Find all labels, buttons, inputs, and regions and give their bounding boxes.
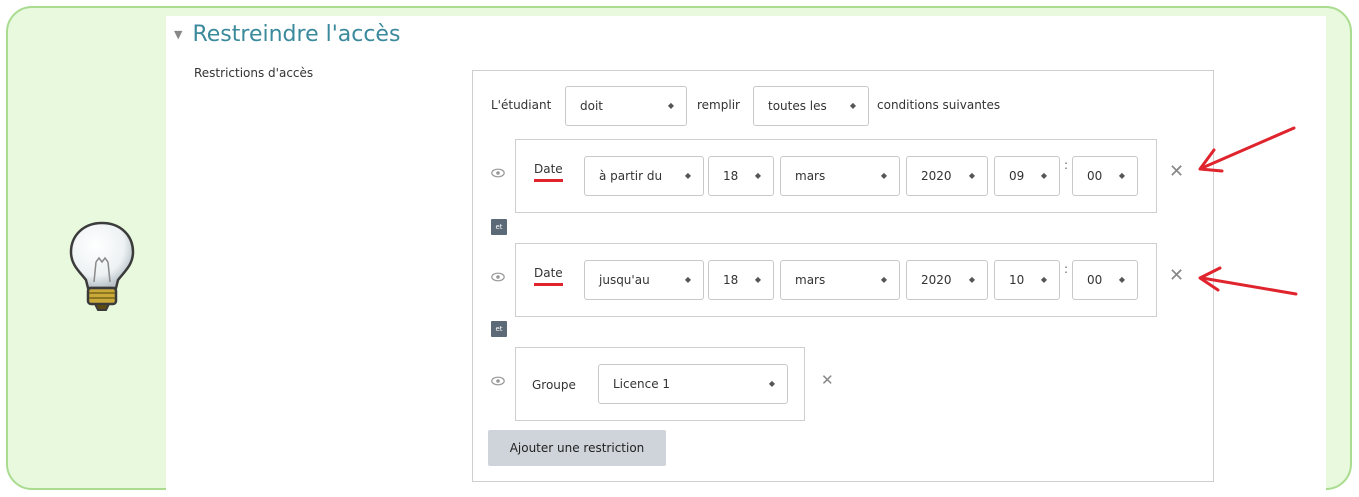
must-select[interactable]: doit ◆ (565, 86, 687, 126)
minute-select-value: 00 (1087, 273, 1103, 287)
select-caret-icon: ◆ (968, 275, 975, 284)
select-caret-icon: ◆ (1040, 275, 1047, 284)
day-select[interactable]: 18 ◆ (708, 156, 774, 196)
select-caret-icon: ◆ (1118, 275, 1125, 284)
hour-select-value: 09 (1009, 169, 1025, 183)
delete-condition-icon[interactable]: ✕ (821, 371, 834, 389)
year-select-value: 2020 (921, 169, 952, 183)
select-caret-icon: ◆ (1040, 171, 1047, 180)
field-label: Restrictions d'accès (194, 66, 314, 80)
student-prefix-text: L'étudiant (491, 98, 552, 112)
direction-select[interactable]: à partir du ◆ (584, 156, 704, 196)
scope-select[interactable]: toutes les ◆ (753, 86, 869, 126)
day-select[interactable]: 18 ◆ (708, 260, 774, 300)
must-select-value: doit (580, 99, 603, 113)
section-title: Restreindre l'accès (192, 22, 401, 47)
condition-date-until: Date jusqu'au ◆ 18 ◆ mars ◆ 2020 ◆ 10 ◆ … (515, 243, 1157, 317)
select-caret-icon: ◆ (768, 379, 775, 388)
month-select[interactable]: mars ◆ (780, 156, 900, 196)
add-restriction-button[interactable]: Ajouter une restriction (488, 430, 666, 466)
hour-select-value: 10 (1009, 273, 1025, 287)
conditions-suffix-text: conditions suivantes (877, 98, 1001, 112)
select-caret-icon: ◆ (684, 275, 691, 284)
condition-group: Groupe Licence 1 ◆ (515, 347, 805, 421)
group-select[interactable]: Licence 1 ◆ (598, 364, 788, 404)
connector-badge: et (491, 219, 507, 235)
annotation-arrow-icon (1198, 126, 1296, 173)
minute-select[interactable]: 00 ◆ (1072, 260, 1138, 300)
connector-badge: et (491, 321, 507, 337)
eye-icon[interactable] (491, 272, 505, 282)
month-select-value: mars (795, 273, 826, 287)
scope-select-value: toutes les (768, 99, 827, 113)
restrict-access-panel: ▼ Restreindre l'accès Restrictions d'acc… (166, 16, 1326, 490)
section-header[interactable]: ▼ Restreindre l'accès (174, 22, 400, 47)
hour-select[interactable]: 10 ◆ (994, 260, 1060, 300)
delete-condition-icon[interactable]: ✕ (1169, 161, 1184, 182)
minute-select[interactable]: 00 ◆ (1072, 156, 1138, 196)
condition-date-from: Date à partir du ◆ 18 ◆ mars ◆ 2020 ◆ 09… (515, 139, 1157, 213)
month-select-value: mars (795, 169, 826, 183)
year-select[interactable]: 2020 ◆ (906, 260, 988, 300)
fulfill-text: remplir (697, 98, 740, 112)
year-select[interactable]: 2020 ◆ (906, 156, 988, 196)
select-caret-icon: ◆ (754, 171, 761, 180)
day-select-value: 18 (723, 273, 739, 287)
condition-label: Groupe (532, 378, 576, 392)
select-caret-icon: ◆ (968, 171, 975, 180)
day-select-value: 18 (723, 169, 739, 183)
direction-select-value: à partir du (599, 169, 663, 183)
month-select[interactable]: mars ◆ (780, 260, 900, 300)
collapse-arrow-icon[interactable]: ▼ (174, 28, 182, 41)
eye-icon[interactable] (491, 168, 505, 178)
select-caret-icon: ◆ (1118, 171, 1125, 180)
select-caret-icon: ◆ (849, 101, 856, 110)
lightbulb-icon (69, 221, 135, 311)
hour-select[interactable]: 09 ◆ (994, 156, 1060, 196)
time-separator: : (1064, 158, 1069, 172)
minute-select-value: 00 (1087, 169, 1103, 183)
select-caret-icon: ◆ (684, 171, 691, 180)
year-select-value: 2020 (921, 273, 952, 287)
select-caret-icon: ◆ (880, 171, 887, 180)
direction-select[interactable]: jusqu'au ◆ (584, 260, 704, 300)
condition-label: Date (534, 162, 563, 182)
time-separator: : (1064, 262, 1069, 276)
delete-condition-icon[interactable]: ✕ (1169, 265, 1184, 286)
select-caret-icon: ◆ (667, 101, 674, 110)
annotation-arrow-icon (1198, 266, 1298, 296)
condition-label: Date (534, 266, 563, 286)
select-caret-icon: ◆ (754, 275, 761, 284)
eye-icon[interactable] (491, 376, 505, 386)
availability-conditions-box: L'étudiant doit ◆ remplir toutes les ◆ c… (472, 70, 1214, 482)
group-select-value: Licence 1 (613, 377, 671, 391)
select-caret-icon: ◆ (880, 275, 887, 284)
direction-select-value: jusqu'au (599, 273, 650, 287)
